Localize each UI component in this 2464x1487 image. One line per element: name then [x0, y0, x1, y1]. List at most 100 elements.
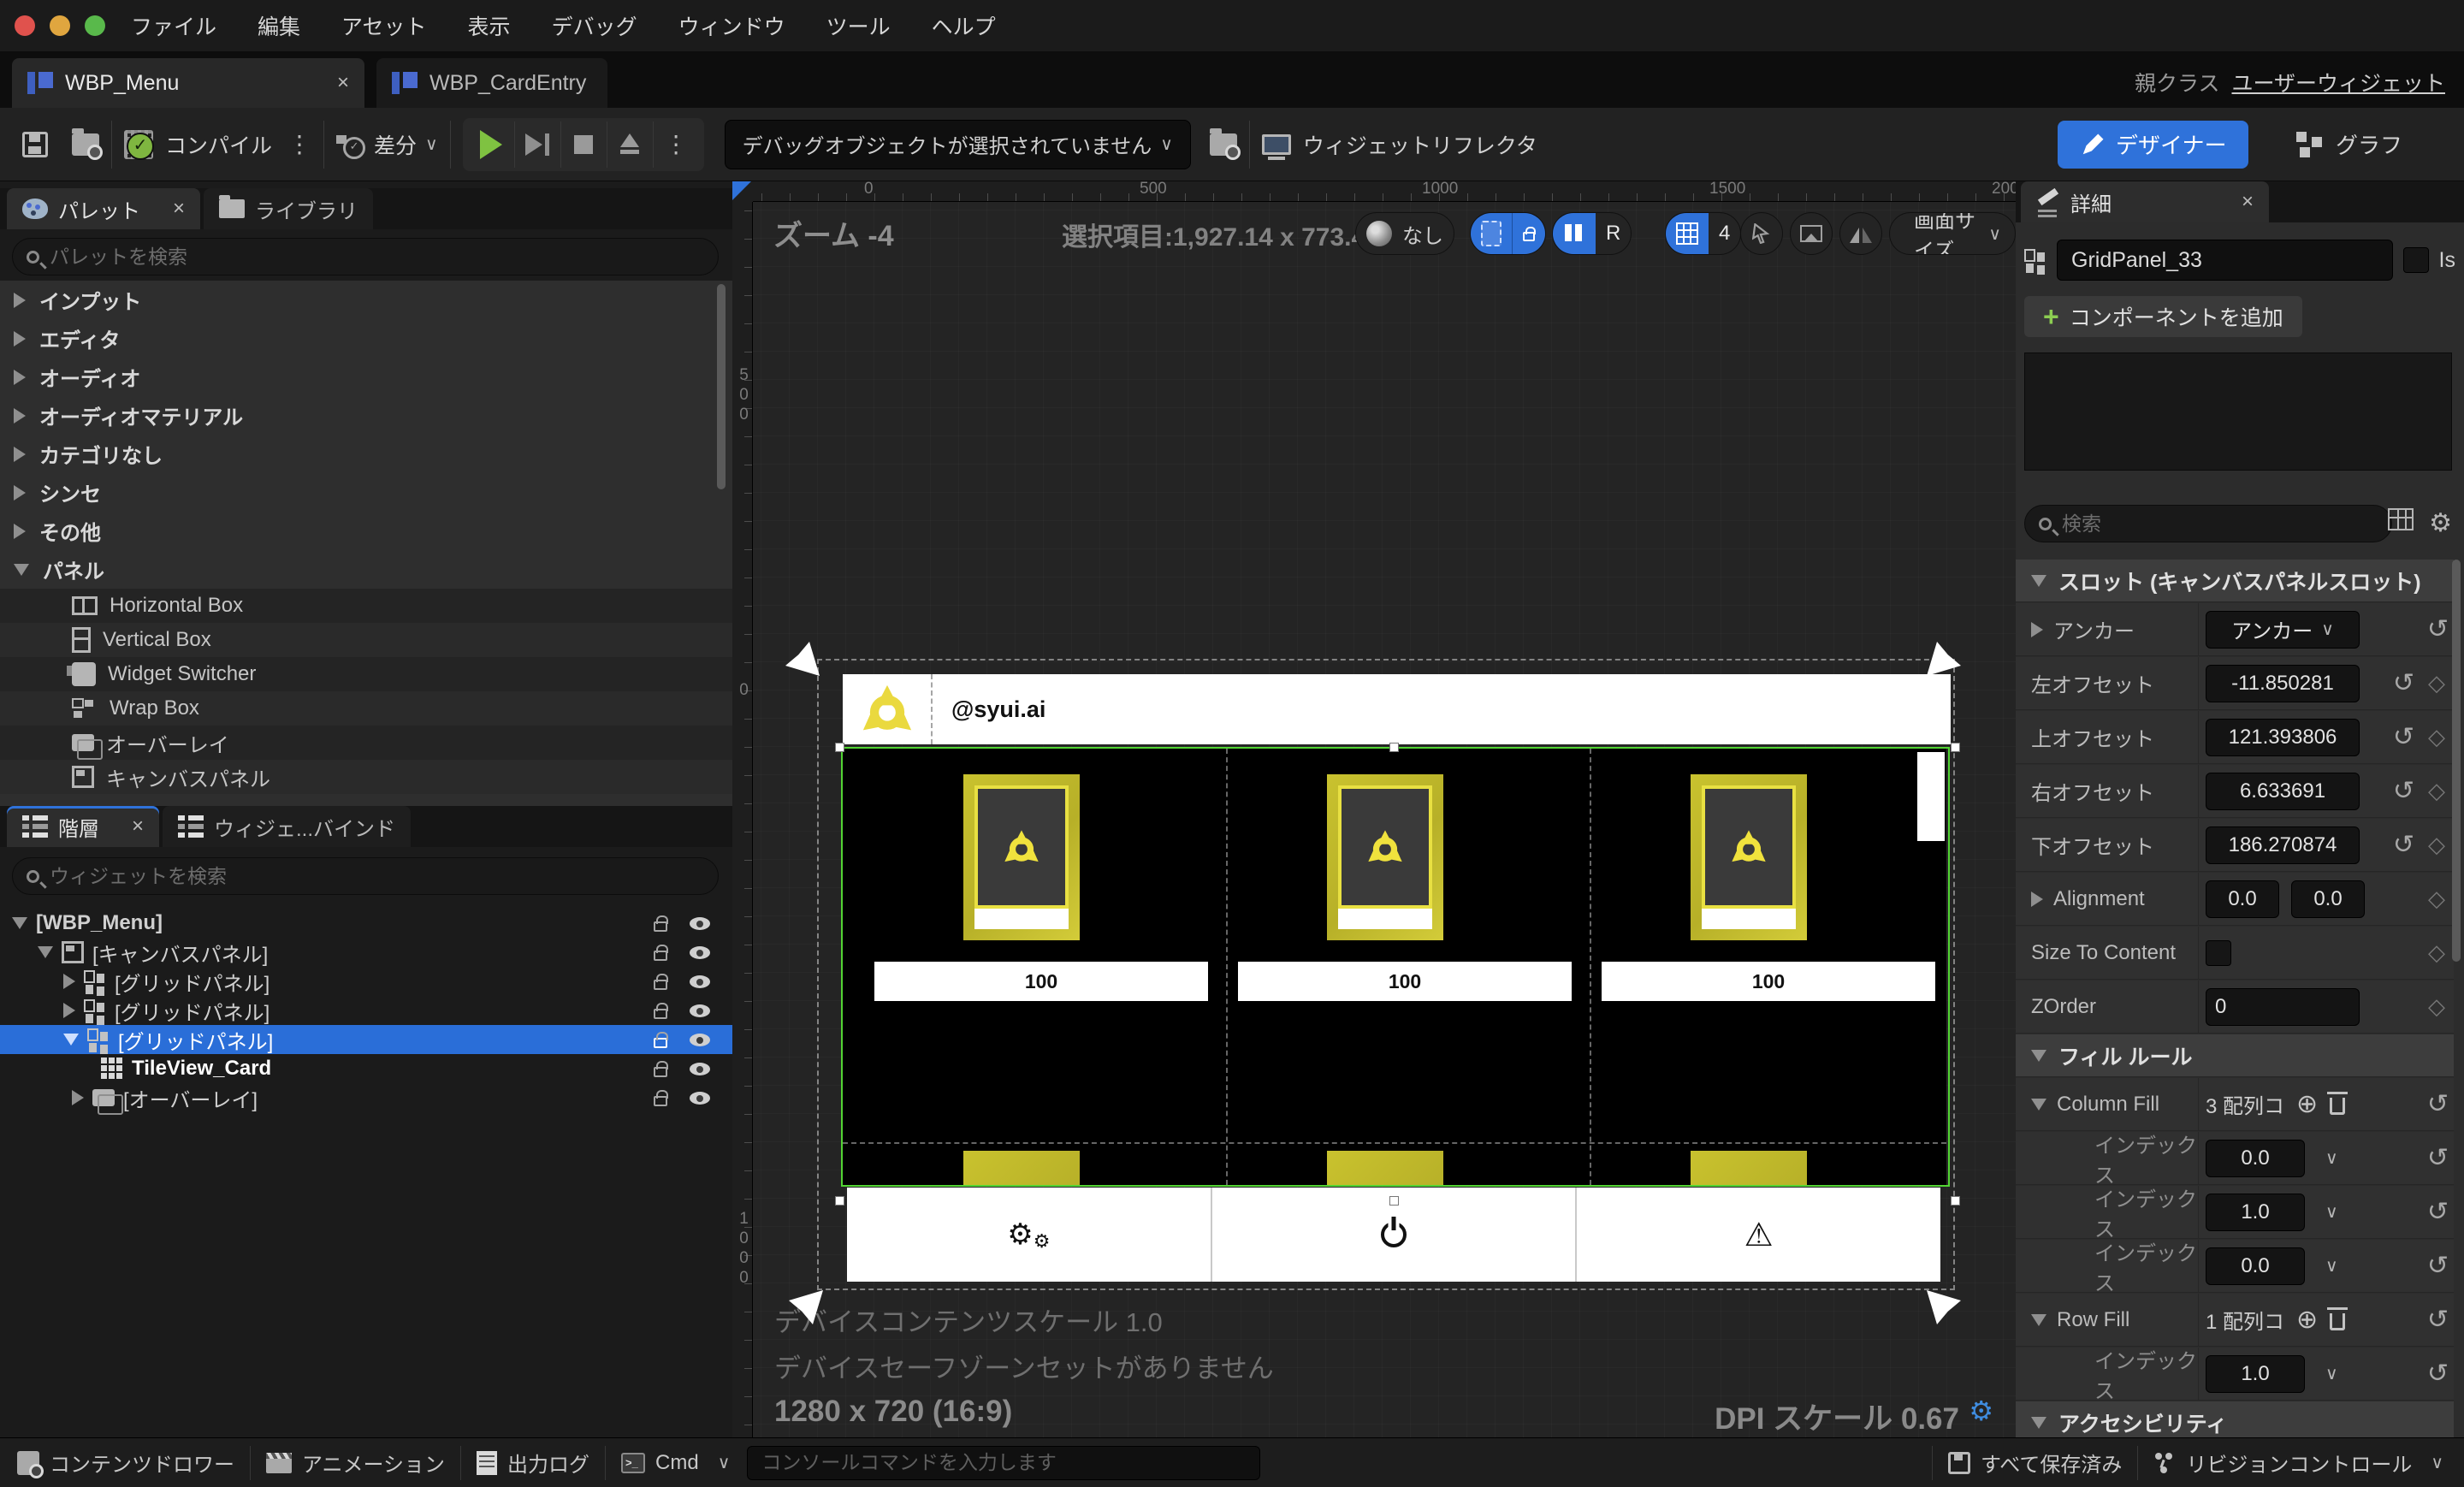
parent-class-link[interactable]: ユーザーウィジェット — [2231, 72, 2445, 96]
tab-hierarchy[interactable]: 階層 × — [7, 806, 160, 847]
lock-icon[interactable] — [654, 1003, 668, 1019]
localization-preview-dropdown[interactable]: なし — [1355, 212, 1454, 255]
palette-item-vertical-box[interactable]: Vertical Box — [0, 623, 732, 657]
trash-icon[interactable] — [2327, 1091, 2348, 1115]
add-element-icon[interactable]: ⊕ — [2296, 1305, 2318, 1335]
graph-mode-button[interactable]: グラフ — [2296, 128, 2402, 160]
palette-search-input[interactable] — [50, 245, 704, 269]
reset-icon[interactable]: ↺ — [2427, 1251, 2449, 1281]
tab-widget-bind[interactable]: ウィジェ...バインド — [163, 806, 412, 847]
palette-item-horizontal-box[interactable]: Horizontal Box — [0, 589, 732, 623]
reset-icon[interactable]: ↺ — [2427, 1197, 2449, 1227]
zorder-input[interactable]: 0 — [2206, 987, 2360, 1026]
save-status-button[interactable]: すべて保存済み — [1947, 1448, 2122, 1478]
revision-control-button[interactable]: リビジョンコントロール ∨ — [2153, 1448, 2443, 1478]
tree-row-canvas-panel[interactable]: [キャンバスパネル] — [0, 938, 732, 967]
index-value-input[interactable]: 1.0 — [2206, 1193, 2305, 1231]
warning-cell[interactable]: ⚠ — [1577, 1188, 1940, 1282]
tileview-grid[interactable]: 100 100 100 — [843, 749, 1946, 1185]
menu-tools[interactable]: ツール — [826, 10, 891, 41]
palette-category-panel[interactable]: パネル — [0, 550, 732, 589]
alignment-x-input[interactable]: 0.0 — [2206, 880, 2279, 918]
menu-window[interactable]: ウィンドウ — [678, 10, 785, 41]
slot-section-header[interactable]: スロット (キャンバスパネルスロット) — [2016, 560, 2454, 602]
selection-lock-toggle[interactable] — [1470, 212, 1546, 255]
preview-background-button[interactable] — [1790, 212, 1833, 255]
palette-search[interactable] — [12, 238, 719, 275]
hierarchy-search[interactable] — [12, 857, 719, 895]
tab-palette[interactable]: パレット × — [7, 188, 201, 229]
compile-options-icon[interactable]: ⋮ — [287, 130, 311, 158]
collapse-icon[interactable] — [2031, 1313, 2046, 1326]
palette-category-other[interactable]: その他 — [0, 512, 732, 550]
palette-item-overlay[interactable]: オーバーレイ — [0, 726, 732, 760]
index-value-input[interactable]: 0.0 — [2206, 1139, 2305, 1177]
browse-to-asset-icon[interactable] — [72, 127, 103, 160]
corner-resize-arrow[interactable] — [1927, 1290, 1961, 1324]
details-scrollbar[interactable] — [2452, 560, 2461, 962]
details-search[interactable] — [2024, 505, 2392, 542]
content-drawer-button[interactable]: コンテンツドロワー — [17, 1448, 234, 1478]
tree-row-overlay[interactable]: [オーバーレイ] — [0, 1083, 732, 1115]
frame-skip-button[interactable] — [513, 121, 560, 168]
tree-row-grid-panel-1[interactable]: [グリッドパネル] — [0, 967, 732, 996]
resize-handle[interactable] — [1389, 1196, 1399, 1206]
offset-right-input[interactable]: 6.633691 — [2206, 772, 2360, 810]
lock-icon[interactable] — [654, 945, 668, 961]
bind-diamond-icon[interactable]: ◇ — [2428, 886, 2445, 912]
offset-top-input[interactable]: 121.393806 — [2206, 718, 2360, 756]
settings-cell[interactable]: ⚙ ⚙ — [847, 1188, 1212, 1282]
palette-category-input[interactable]: インプット — [0, 281, 732, 319]
tab-details[interactable]: 詳細 × — [2021, 181, 2269, 222]
trash-icon[interactable] — [2327, 1306, 2348, 1330]
close-icon[interactable]: × — [132, 815, 144, 838]
play-options-icon[interactable]: ⋮ — [652, 121, 699, 168]
close-icon[interactable]: × — [173, 197, 185, 221]
lock-icon[interactable] — [654, 915, 668, 932]
diff-button[interactable]: 差分 — [374, 129, 417, 160]
offset-left-input[interactable]: -11.850281 — [2206, 664, 2360, 702]
menu-help[interactable]: ヘルプ — [932, 10, 996, 41]
palette-item-canvas-panel[interactable]: キャンバスパネル — [0, 760, 732, 794]
palette-category-editor[interactable]: エディタ — [0, 319, 732, 358]
chevron-down-icon[interactable]: ∨ — [2325, 1201, 2338, 1223]
preview-header-bar[interactable]: @syui.ai — [843, 674, 1951, 744]
lock-icon[interactable] — [654, 1032, 668, 1048]
reset-icon[interactable]: ↺ — [2427, 1305, 2449, 1335]
index-value-input[interactable]: 0.0 — [2206, 1247, 2305, 1285]
menu-file[interactable]: ファイル — [131, 10, 216, 41]
resize-handle[interactable] — [1951, 743, 1960, 752]
table-view-icon[interactable] — [2388, 508, 2414, 530]
expand-icon[interactable] — [2031, 891, 2043, 907]
resize-handle[interactable] — [1389, 743, 1399, 752]
tab-wbp-menu[interactable]: WBP_Menu × — [12, 58, 364, 108]
chevron-down-icon[interactable]: ∨ — [2325, 1147, 2338, 1169]
palette-category-audio[interactable]: オーディオ — [0, 358, 732, 396]
collapse-icon[interactable] — [2031, 1098, 2046, 1111]
widget-name-input[interactable] — [2057, 240, 2393, 281]
chevron-down-icon[interactable]: ∨ — [2325, 1363, 2338, 1384]
bind-diamond-icon[interactable]: ◇ — [2428, 939, 2445, 966]
menu-view[interactable]: 表示 — [468, 10, 511, 41]
bind-diamond-icon[interactable]: ◇ — [2428, 778, 2445, 804]
offset-bottom-input[interactable]: 186.270874 — [2206, 826, 2360, 864]
menu-edit[interactable]: 編集 — [258, 10, 300, 41]
bind-diamond-icon[interactable]: ◇ — [2428, 832, 2445, 858]
outline-mode-toggle[interactable]: R — [1552, 212, 1632, 255]
cmd-dropdown[interactable]: >_ Cmd ∨ — [621, 1451, 730, 1475]
reset-icon[interactable]: ↺ — [2393, 776, 2414, 806]
dpi-settings-gear-icon[interactable]: ⚙ — [1969, 1395, 1993, 1427]
tab-library[interactable]: ライブラリ — [204, 188, 374, 229]
details-search-input[interactable] — [2062, 512, 2378, 536]
widget-reflector-button[interactable]: ウィジェットリフレクタ — [1303, 129, 1537, 160]
bind-diamond-icon[interactable]: ◇ — [2428, 670, 2445, 696]
reset-icon[interactable]: ↺ — [2393, 722, 2414, 752]
diff-chevron-icon[interactable]: ∨ — [425, 133, 438, 155]
lock-icon[interactable] — [654, 974, 668, 990]
add-component-button[interactable]: + コンポーネントを追加 — [2024, 296, 2302, 337]
eye-icon[interactable] — [690, 1062, 710, 1075]
lock-icon[interactable] — [654, 1090, 668, 1106]
resize-handle[interactable] — [835, 743, 844, 752]
grid-snap-toggle[interactable]: 4 — [1665, 212, 1742, 255]
hierarchy-search-input[interactable] — [50, 864, 704, 888]
